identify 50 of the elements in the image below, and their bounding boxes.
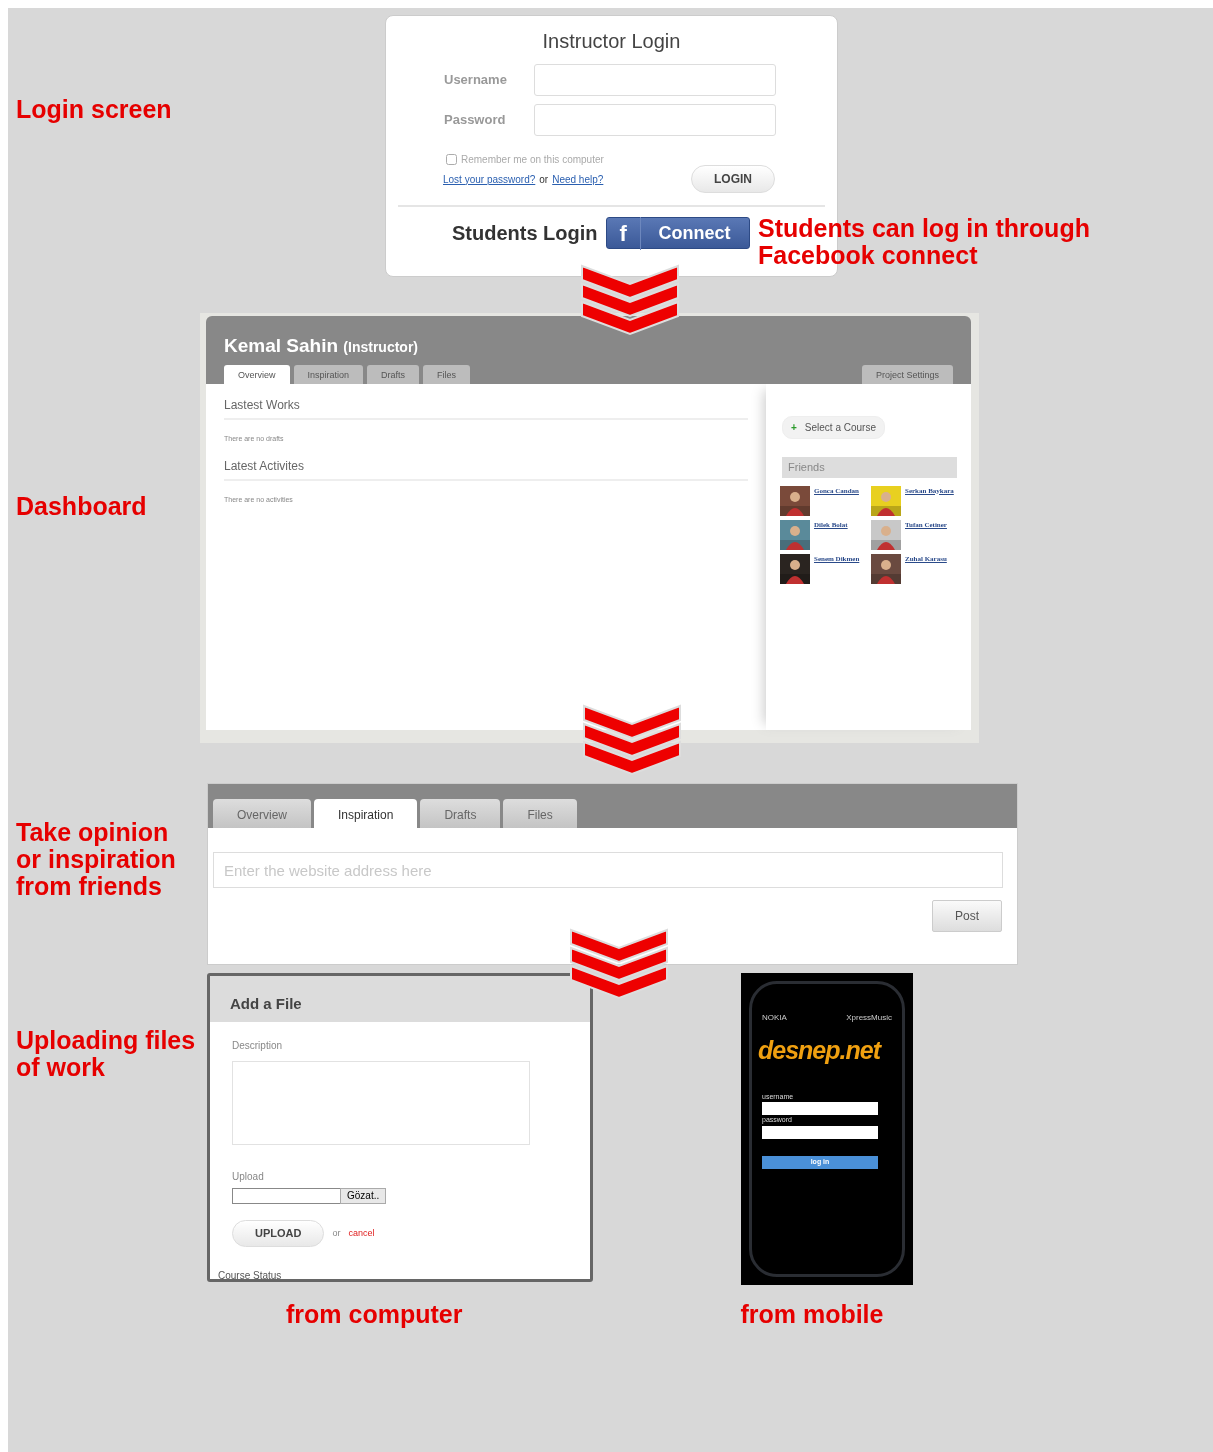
- friends-header: Friends: [782, 457, 957, 478]
- tab[interactable]: Drafts: [420, 799, 501, 828]
- description-field[interactable]: [232, 1061, 530, 1145]
- select-course-button[interactable]: + Select a Course: [782, 416, 885, 439]
- course-status-label: Course Status: [218, 1270, 282, 1281]
- annotation-note: Students can log in through Facebook connect: [758, 215, 1091, 269]
- file-path-field[interactable]: [232, 1188, 340, 1204]
- tab[interactable]: Overview: [213, 799, 311, 828]
- remember-label: Remember me on this computer: [461, 153, 604, 167]
- cancel-link[interactable]: cancel: [348, 1226, 375, 1240]
- caption-text: from computer: [286, 1301, 463, 1328]
- input-field[interactable]: [534, 64, 776, 96]
- app-name: XpressMusic: [846, 1012, 892, 1024]
- login-field[interactable]: [762, 1102, 878, 1115]
- site-logo: desnep.net: [758, 1035, 883, 1066]
- tab[interactable]: Files: [423, 365, 471, 384]
- input-field[interactable]: [534, 104, 776, 136]
- facebook-connect-button[interactable]: f Connect: [605, 217, 750, 249]
- tab[interactable]: Inspiration: [293, 365, 364, 384]
- students-login-label: Students Login: [452, 221, 598, 246]
- field-label: Password: [443, 111, 507, 130]
- post-button[interactable]: Post: [932, 900, 1002, 932]
- or-text: or: [539, 172, 549, 187]
- section-title: Latest Activites: [224, 456, 748, 481]
- upload-button[interactable]: UPLOAD: [232, 1220, 325, 1247]
- or-text: or: [332, 1226, 341, 1240]
- login-field[interactable]: [762, 1125, 878, 1139]
- browse-button[interactable]: Gözat..: [340, 1188, 387, 1204]
- login-button[interactable]: LOGIN: [691, 165, 775, 193]
- description-label: Description: [232, 1039, 284, 1053]
- login-title: Instructor Login: [541, 29, 682, 54]
- tab[interactable]: Inspiration: [314, 799, 418, 828]
- help-link[interactable]: Need help?: [552, 171, 604, 187]
- tab[interactable]: Overview: [224, 365, 290, 384]
- caption-text: from mobile: [740, 1301, 884, 1328]
- phone-brand: NOKIA: [762, 1012, 787, 1024]
- remember-checkbox[interactable]: [446, 154, 457, 165]
- dialog-title: Add a File: [210, 976, 590, 1022]
- field-label: Username: [443, 71, 508, 90]
- section-caption: Uploading files of work: [16, 1027, 197, 1081]
- user-name: Kemal Sahin (Instructor): [224, 334, 419, 358]
- project-settings-tab[interactable]: Project Settings: [861, 365, 953, 384]
- section-caption: Login screen: [16, 96, 173, 123]
- tab[interactable]: Files: [503, 799, 577, 828]
- section-caption: Dashboard: [16, 493, 148, 520]
- section-title: Lastest Works: [224, 396, 748, 420]
- section-caption: Take opinion or inspiration from friends: [16, 819, 177, 900]
- tab[interactable]: Drafts: [367, 365, 420, 384]
- upload-label: Upload: [232, 1170, 265, 1184]
- lost-password-link[interactable]: Lost your password?: [443, 171, 536, 187]
